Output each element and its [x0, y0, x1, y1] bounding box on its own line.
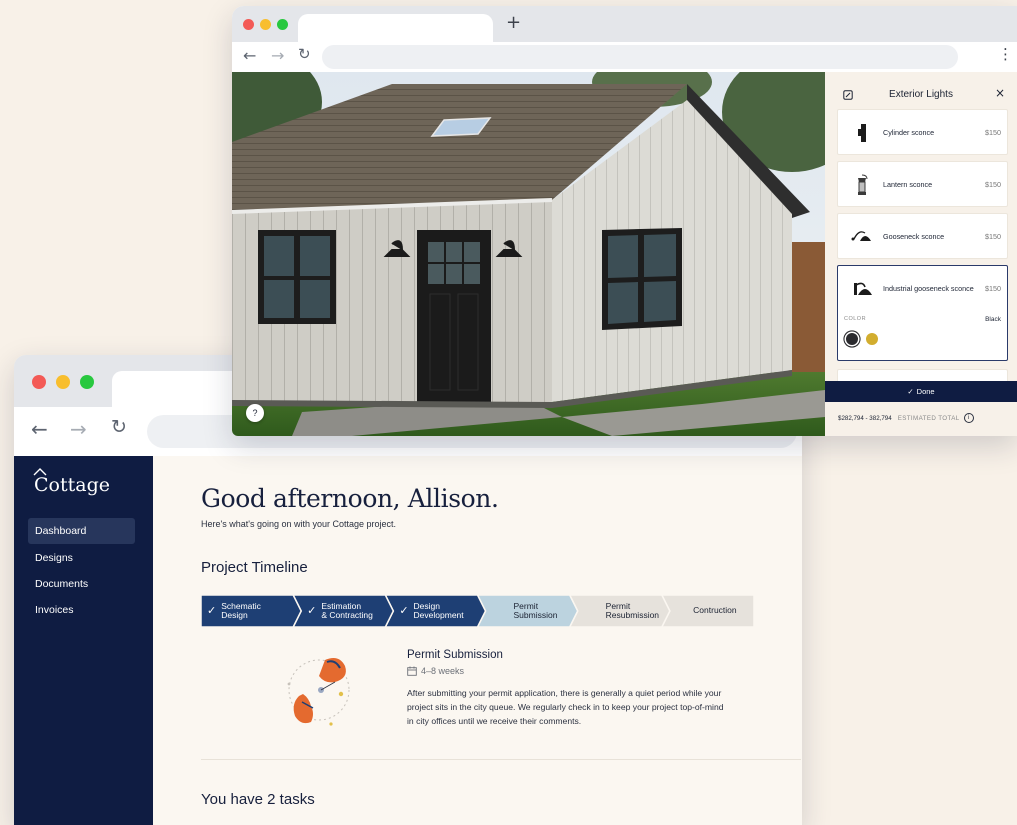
timeline-step[interactable]: Permit Resubmission — [584, 595, 662, 627]
swatch-black[interactable] — [846, 333, 858, 345]
option-price: $150 — [985, 284, 1001, 293]
timeline-step-label: Permit Submission — [513, 600, 558, 620]
check-icon: ✓ — [907, 387, 914, 396]
option-name: Lantern sconce — [883, 180, 933, 189]
option-name: Industrial gooseneck sconce — [883, 284, 974, 293]
lantern-sconce-icon — [858, 174, 868, 195]
check-icon: ✓ — [399, 604, 409, 618]
configurator-nav-bar: ← → ↻ ⋮ — [232, 42, 1017, 72]
permit-duration-text: 4–8 weeks — [421, 666, 465, 676]
light-option-lantern[interactable]: Lantern sconce $150 — [837, 161, 1008, 207]
light-option-cylinder[interactable]: Cylinder sconce $150 — [837, 109, 1008, 155]
sidebar-item-documents[interactable]: Documents — [28, 571, 135, 597]
check-icon: ✓ — [307, 604, 317, 618]
light-option-industrial-gooseneck[interactable]: Industrial gooseneck sconce $150 COLOR B… — [837, 265, 1008, 361]
maximize-window-button[interactable] — [277, 19, 288, 30]
forward-arrow-icon[interactable]: → — [271, 46, 284, 65]
forward-arrow-icon[interactable]: → — [70, 417, 87, 441]
timeline-step-label: Permit Resubmission — [605, 600, 660, 620]
timeline-step-label: Estimation & Contracting — [321, 600, 373, 620]
help-button[interactable]: ? — [246, 404, 264, 422]
estimate-range: $282,794 - 382,794 — [838, 414, 892, 422]
close-window-button[interactable] — [243, 19, 254, 30]
option-name: Cylinder sconce — [883, 128, 935, 137]
tasks-heading: You have 2 tasks — [201, 791, 315, 808]
exterior-lights-panel: Exterior Lights × Cylinder sconce $150 L… — [825, 72, 1017, 436]
minimize-window-button[interactable] — [56, 375, 70, 389]
configurator-tab[interactable] — [298, 14, 493, 42]
timeline-step-label: Schematic Design — [221, 600, 261, 620]
timeline-step-label: Design Development — [413, 600, 464, 620]
check-icon: ✓ — [207, 604, 217, 618]
color-label: COLOR — [844, 316, 867, 322]
roof-icon — [33, 468, 47, 476]
new-tab-icon[interactable]: + — [506, 12, 521, 33]
color-value: Black — [985, 316, 1001, 323]
configurator-tab-bar: + — [232, 6, 1017, 42]
permit-illustration-icon — [287, 658, 350, 726]
timeline-heading: Project Timeline — [201, 559, 308, 576]
timeline-step[interactable]: Permit Submission — [492, 595, 570, 627]
industrial-gooseneck-icon — [854, 282, 872, 295]
sidebar-item-designs[interactable]: Designs — [28, 545, 135, 571]
permit-description: After submitting your permit application… — [407, 688, 724, 726]
more-menu-icon[interactable]: ⋮ — [998, 45, 1013, 63]
gooseneck-sconce-icon — [851, 231, 871, 241]
done-button[interactable]: ✓ Done — [825, 381, 1017, 402]
swatch-brass[interactable] — [866, 333, 878, 345]
sidebar: Cottage Dashboard Designs Documents Invo… — [14, 456, 153, 825]
option-price: $150 — [985, 128, 1001, 137]
calendar-icon — [407, 666, 417, 676]
sidebar-item-invoices[interactable]: Invoices — [28, 597, 135, 623]
page-title: Good afternoon, Allison. — [201, 484, 499, 513]
reload-icon[interactable]: ↻ — [298, 45, 311, 63]
option-price: $150 — [985, 232, 1001, 241]
timeline-step[interactable]: ✓ Estimation & Contracting — [307, 595, 385, 627]
reload-icon[interactable]: ↻ — [111, 416, 127, 438]
section-divider — [201, 759, 801, 760]
close-icon[interactable]: × — [995, 86, 1005, 100]
project-timeline: ✓ Schematic Design ✓ Estimation & Contracting… — [201, 595, 754, 627]
configurator-browser-window: + ← → ↻ ⋮ ? Exterior Lights × Cylinder s… — [232, 6, 1017, 436]
cylinder-sconce-icon — [858, 124, 866, 142]
brand-name: Cottage — [34, 474, 110, 496]
configurator-url-bar[interactable] — [322, 45, 958, 69]
close-window-button[interactable] — [32, 375, 46, 389]
back-arrow-icon[interactable]: ← — [31, 417, 48, 441]
light-option-gooseneck[interactable]: Gooseneck sconce $150 — [837, 213, 1008, 259]
page-subtitle: Here's what's going on with your Cottage… — [201, 519, 397, 529]
timeline-step[interactable]: ✓ Design Development — [399, 595, 477, 627]
done-label: Done — [916, 387, 935, 396]
maximize-window-button[interactable] — [80, 375, 94, 389]
house-rendering[interactable] — [232, 72, 825, 436]
permit-duration: 4–8 weeks — [407, 666, 464, 676]
cottage-logo[interactable]: Cottage — [33, 468, 110, 496]
minimize-window-button[interactable] — [260, 19, 271, 30]
sidebar-item-dashboard[interactable]: Dashboard — [28, 518, 135, 544]
info-icon[interactable]: i — [963, 413, 974, 423]
timeline-step-label: Contruction — [693, 605, 737, 616]
timeline-step[interactable]: Contruction — [676, 595, 754, 627]
dashboard-main: Good afternoon, Allison. Here's what's g… — [153, 456, 802, 825]
timeline-step[interactable]: ✓ Schematic Design — [207, 595, 285, 627]
back-arrow-icon[interactable]: ← — [243, 46, 256, 65]
estimated-total: $282,794 - 382,794 ESTIMATED TOTAL i — [838, 413, 974, 423]
permit-title: Permit Submission — [407, 649, 503, 661]
option-price: $150 — [985, 180, 1001, 189]
estimate-label: ESTIMATED TOTAL — [897, 414, 960, 422]
panel-title: Exterior Lights — [889, 89, 953, 100]
option-name: Gooseneck sconce — [883, 232, 945, 241]
